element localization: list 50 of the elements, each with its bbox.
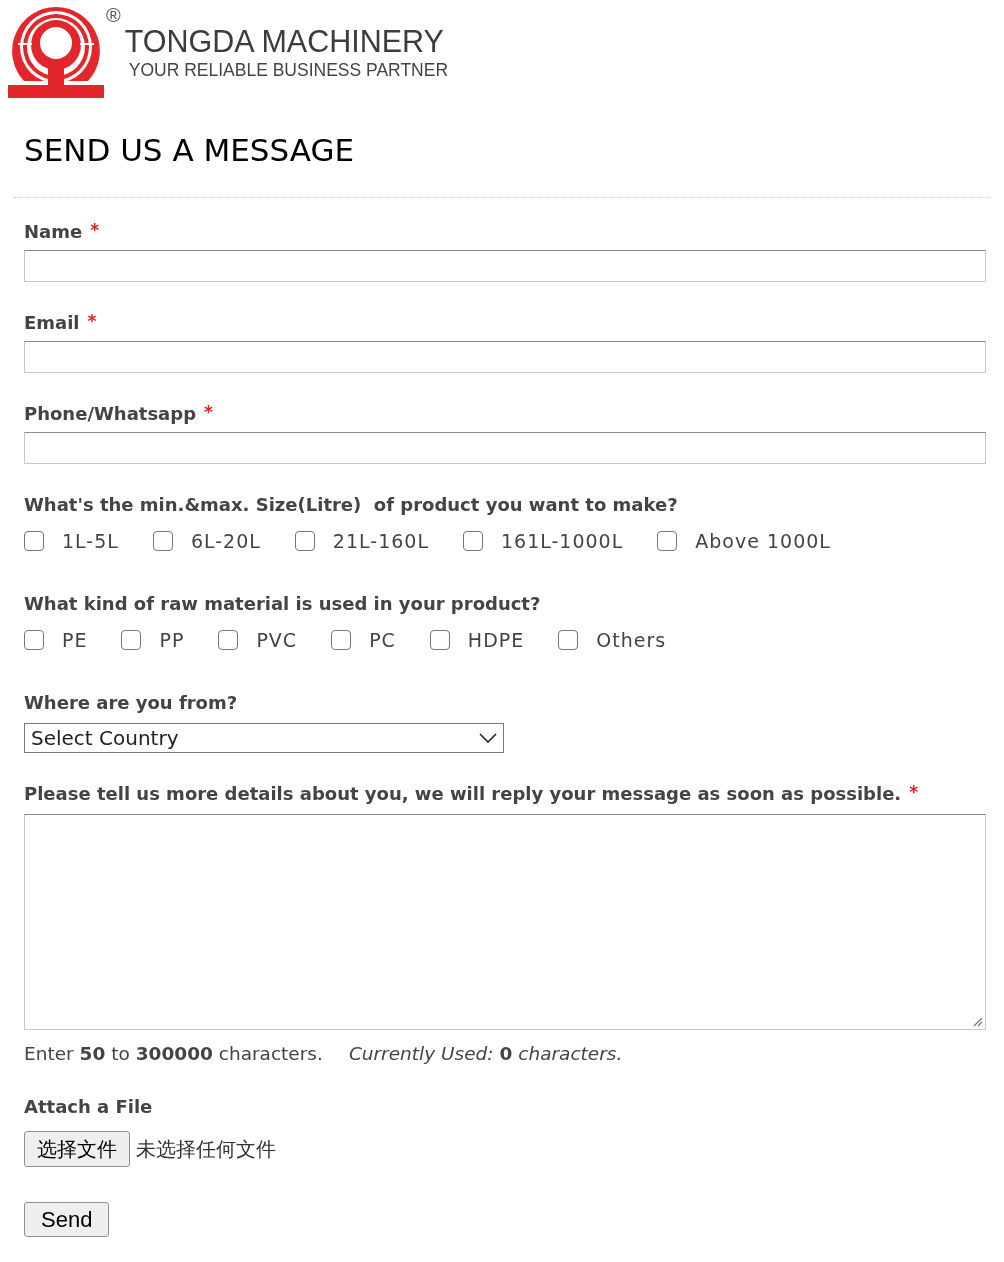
logo-icon — [8, 5, 104, 98]
registered-mark: ® — [106, 3, 121, 27]
checkbox-label: PP — [159, 627, 185, 653]
checkbox-label: Above 1000L — [695, 528, 831, 554]
field-label: Please tell us more details about you, we will reply your message as soon as possible. — [24, 781, 902, 806]
checkbox[interactable] — [121, 630, 142, 650]
required-mark: * — [90, 219, 100, 243]
checkbox[interactable] — [558, 630, 579, 650]
checkbox[interactable] — [331, 630, 352, 650]
field-label: Email — [24, 310, 80, 335]
page-heading: SEND US A MESSAGE — [24, 131, 354, 169]
checkbox[interactable] — [24, 531, 44, 551]
checkbox-label: PC — [369, 627, 396, 653]
field-label: Phone/Whatsapp — [24, 401, 197, 426]
checkbox[interactable] — [463, 531, 483, 551]
character-count-text: Currently Used: 0 characters. — [348, 1042, 623, 1067]
character-limit-text: Enter 50 to 300000 characters. — [24, 1042, 323, 1067]
checkbox-label: PVC — [256, 627, 298, 653]
brand-name: TONGDA MACHINERY — [124, 23, 445, 59]
checkbox-label: 1L-5L — [62, 528, 119, 554]
checkbox[interactable] — [218, 630, 239, 650]
file-status-text: 未选择任何文件 — [136, 1136, 276, 1163]
checkbox-label: 6L-20L — [190, 528, 261, 554]
checkbox-label: 21L-160L — [332, 528, 429, 554]
checkbox[interactable] — [429, 630, 450, 650]
checkbox[interactable] — [294, 531, 315, 551]
field-label: What's the min.&max. Size(Litre) of product you want to make? — [24, 492, 678, 517]
field-label: Where are you from? — [24, 690, 238, 715]
checkbox[interactable] — [657, 531, 678, 551]
checkbox[interactable] — [24, 630, 44, 650]
checkbox-label: Others — [596, 627, 667, 653]
field-label: What kind of raw material is used in your product? — [24, 591, 541, 616]
chevron-down-icon — [479, 733, 497, 743]
field-label: Attach a File — [24, 1094, 153, 1119]
country-select[interactable]: Select Country — [24, 723, 504, 753]
send-button[interactable]: Send — [24, 1202, 110, 1237]
field-label: Name — [24, 219, 83, 244]
checkbox-label: HDPE — [467, 627, 525, 653]
resize-handle-icon[interactable] — [971, 1015, 983, 1027]
input-field[interactable] — [24, 250, 986, 282]
checkbox[interactable] — [152, 531, 173, 551]
choose-file-button[interactable]: 选择文件 — [24, 1131, 130, 1167]
checkbox-label: PE — [62, 627, 88, 653]
required-mark: * — [909, 781, 919, 805]
required-mark: * — [87, 310, 97, 334]
required-mark: * — [204, 401, 213, 425]
brand-tagline: YOUR RELIABLE BUSINESS PARTNER — [128, 59, 449, 81]
input-field[interactable] — [24, 341, 986, 373]
checkbox-label: 161L-1000L — [501, 528, 624, 554]
input-field[interactable] — [24, 432, 986, 464]
